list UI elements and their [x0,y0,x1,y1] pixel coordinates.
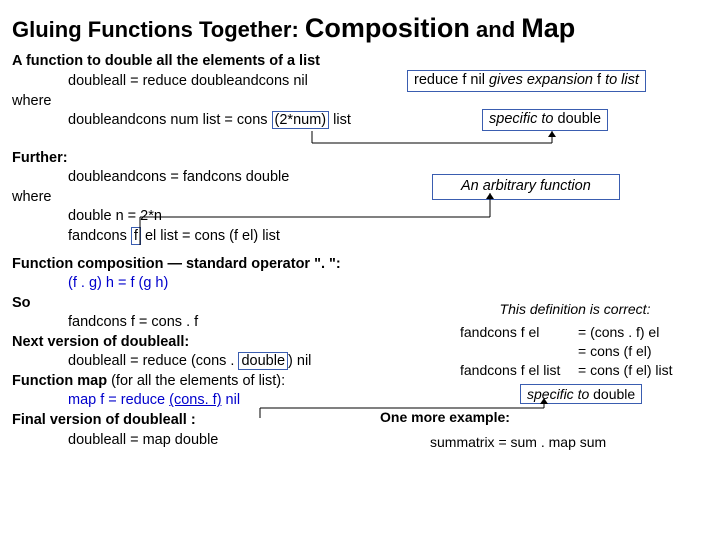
note-reduce-expansion: reduce f nil gives expansion f to list [407,70,646,92]
s3-heading: Function composition — standard operator… [12,255,708,275]
s2-heading: Further: [12,149,708,169]
s3-line2: doubleall = reduce (cons . double) nil [12,352,311,372]
boxed-double: double [238,352,288,370]
arrow-2 [140,189,500,247]
right-heading: This definition is correct: [460,300,690,319]
s1-heading: A function to double all the elements of… [12,52,708,72]
summatrix: summatrix = sum . map sum [430,433,690,452]
arrow-1 [312,129,562,149]
arrow-3 [260,396,550,422]
note-specific-double-1: specific to double [482,109,608,131]
s3-def: (f . g) h = f (g h) [12,274,708,294]
right-column: This definition is correct: fandcons f e… [460,300,690,452]
boxed-2num: (2*num) [272,111,330,129]
s1-line2: doubleandcons num list = cons (2*num) li… [12,111,351,131]
page-title: Gluing Functions Together: Composition a… [12,10,708,46]
